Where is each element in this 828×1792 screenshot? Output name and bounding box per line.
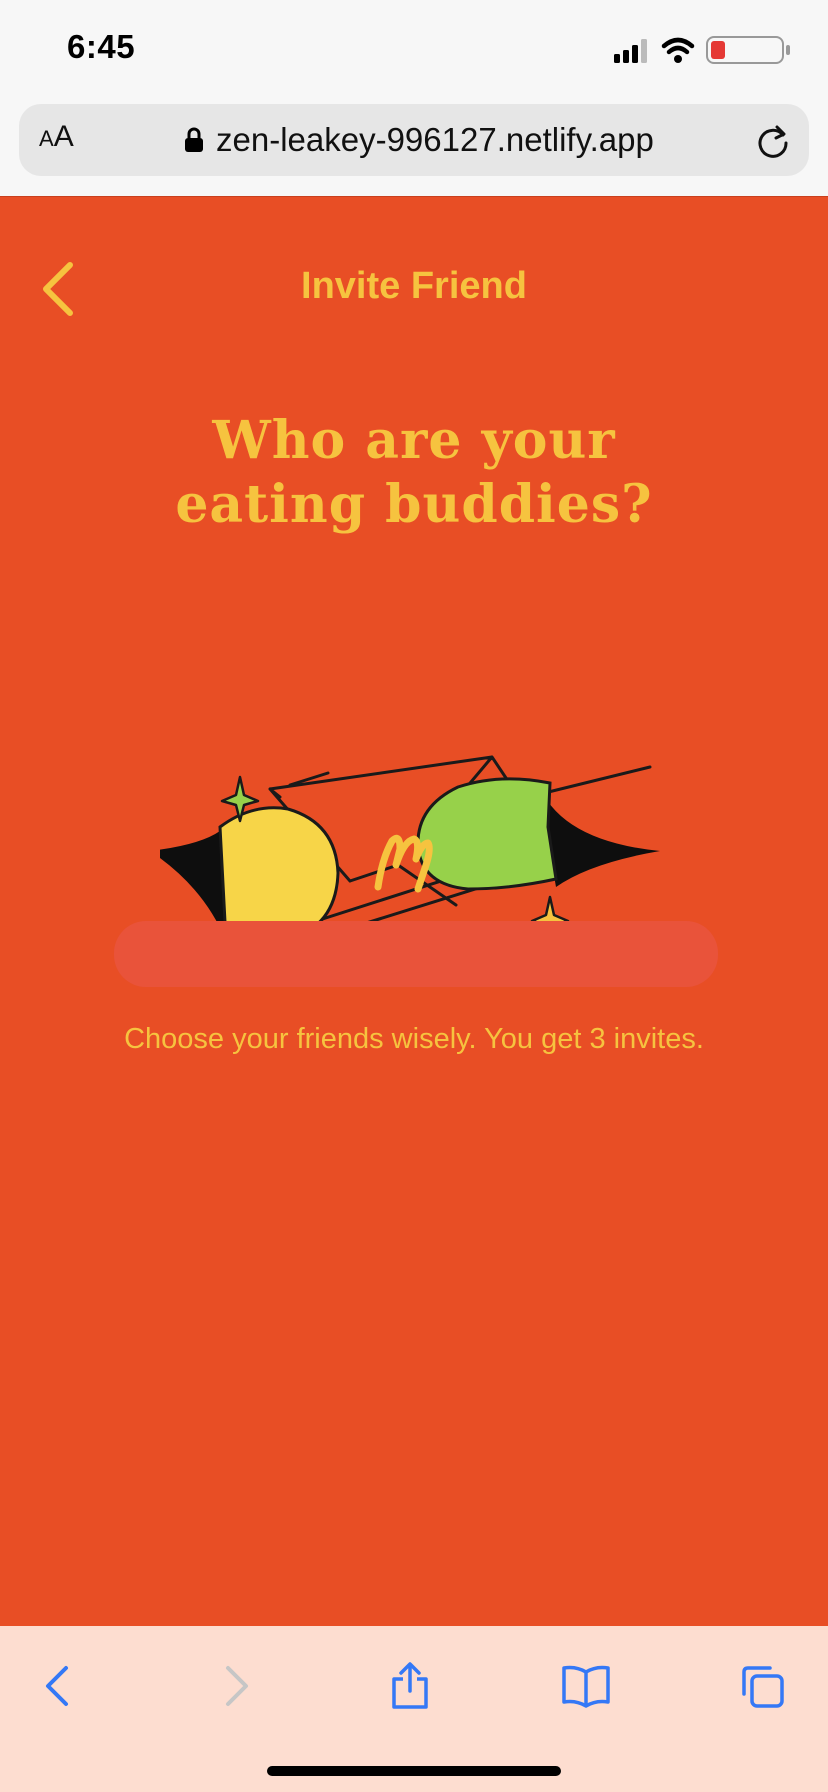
bookmarks-icon — [562, 1665, 610, 1708]
page-title: Invite Friend — [301, 265, 527, 307]
url-field[interactable]: zen-leakey-996127.netlify.app — [184, 118, 654, 162]
battery-icon — [706, 36, 790, 64]
signal-icon — [614, 39, 647, 63]
status-icons — [614, 36, 790, 64]
headline-line-1: Who are your — [212, 410, 616, 471]
aa-small-label: A — [39, 126, 54, 151]
reload-icon[interactable] — [753, 121, 793, 161]
share-button[interactable] — [378, 1654, 442, 1718]
headline-line-2: eating buddies? — [175, 474, 653, 535]
address-bar[interactable]: A A zen-leakey-996127.netlify.app — [19, 104, 809, 176]
invite-input[interactable] — [114, 921, 718, 987]
lock-icon — [185, 127, 203, 152]
headline: Who are your eating buddies? — [0, 409, 828, 537]
app-content: Invite Friend Who are your eating buddie… — [0, 196, 828, 1627]
browser-back-button[interactable] — [26, 1654, 90, 1718]
aa-large-label: A — [53, 120, 74, 153]
bookmarks-button[interactable] — [554, 1654, 618, 1718]
share-icon — [392, 1662, 428, 1709]
tabs-button[interactable] — [730, 1654, 794, 1718]
status-bar: 6:45 — [0, 0, 828, 100]
reader-options-button[interactable]: A A — [39, 120, 74, 160]
invite-caption: Choose your friends wisely. You get 3 in… — [124, 1023, 704, 1055]
wifi-icon — [661, 37, 695, 63]
status-time: 6:45 — [67, 28, 136, 65]
browser-toolbar — [0, 1626, 828, 1792]
forward-icon — [226, 1666, 248, 1706]
tabs-icon — [742, 1666, 784, 1708]
browser-forward-button[interactable] — [204, 1654, 268, 1718]
url-text: zen-leakey-996127.netlify.app — [216, 121, 654, 158]
home-indicator — [267, 1766, 561, 1776]
green-ball — [416, 777, 558, 891]
back-icon — [46, 1666, 68, 1706]
